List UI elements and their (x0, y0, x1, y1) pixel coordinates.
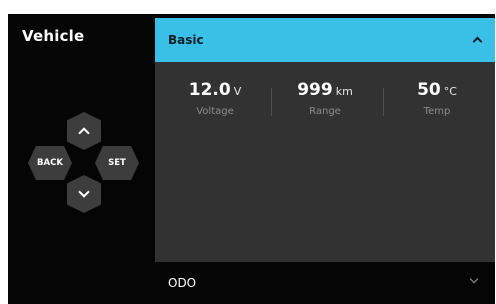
basic-panel: Basic 12.0 V Voltage 999 km Range 50 °C Tem… (155, 18, 495, 262)
range-unit: km (335, 85, 353, 98)
odo-panel-title: ODO (168, 276, 197, 290)
page-title: Vehicle (22, 27, 85, 45)
voltage-stat: 12.0 V Voltage (165, 80, 265, 117)
chevron-down-icon (78, 186, 90, 198)
range-label: Range (309, 106, 341, 117)
temp-label: Temp (423, 106, 451, 117)
stat-divider (271, 88, 272, 116)
basic-panel-header[interactable]: Basic (155, 18, 495, 62)
temp-value: 50 (417, 80, 441, 100)
set-button[interactable]: SET (95, 146, 139, 180)
chevron-down-icon (469, 274, 479, 284)
voltage-value: 12.0 (188, 80, 231, 100)
voltage-label: Voltage (196, 106, 234, 117)
chevron-up-icon (78, 127, 90, 139)
temp-stat: 50 °C Temp (387, 80, 487, 117)
stat-divider (383, 88, 384, 116)
odo-panel-header[interactable]: ODO (155, 262, 495, 304)
range-value: 999 (297, 80, 333, 100)
back-button[interactable]: BACK (28, 146, 72, 180)
voltage-unit: V (233, 85, 242, 98)
temp-unit: °C (443, 85, 457, 98)
basic-panel-title: Basic (168, 33, 204, 47)
range-stat: 999 km Range (275, 80, 375, 117)
chevron-up-icon (472, 36, 483, 47)
